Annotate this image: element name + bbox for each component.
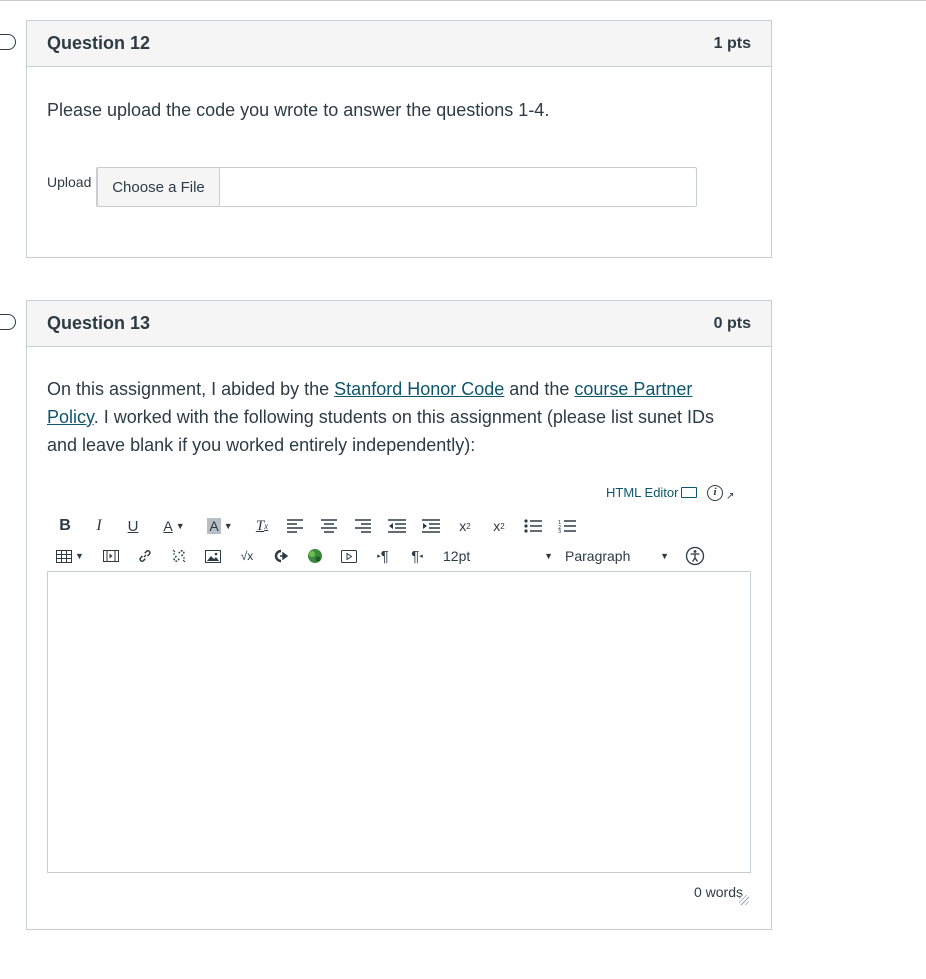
ltr-icon[interactable]: ▸ ¶ <box>373 543 393 569</box>
question-13-text-part2: and the <box>504 379 575 399</box>
numbered-list-icon[interactable]: 123 <box>557 513 577 539</box>
rich-text-editor-area[interactable] <box>47 571 751 873</box>
unlink-icon[interactable] <box>169 543 189 569</box>
block-format-value: Paragraph <box>565 548 631 564</box>
bullet-list-icon[interactable] <box>523 513 543 539</box>
bold-icon[interactable]: B <box>55 513 75 539</box>
editor-toolbar-row-1: B I U A ▼ A ▼ Tx x2 x2 123 <box>47 513 747 539</box>
question-13-text-part1: On this assignment, I abided by the <box>47 379 335 399</box>
info-icon[interactable]: i <box>707 485 723 501</box>
clear-formatting-icon[interactable]: Tx <box>252 513 272 539</box>
honor-code-link[interactable]: Stanford Honor Code <box>334 379 504 399</box>
align-center-icon[interactable] <box>319 513 339 539</box>
image-icon[interactable] <box>203 543 223 569</box>
question-12-header: Question 12 1 pts <box>27 21 771 67</box>
question-12: Question 12 1 pts Please upload the code… <box>26 20 772 258</box>
question-12-points: 1 pts <box>713 35 751 52</box>
rtl-icon[interactable]: ¶ ◂ <box>407 543 427 569</box>
flag-question-12-icon[interactable] <box>0 34 16 50</box>
block-format-select[interactable]: Paragraph ▼ <box>565 543 669 569</box>
embed-media-icon[interactable] <box>339 543 359 569</box>
text-color-icon[interactable]: A ▼ <box>155 513 193 539</box>
align-right-icon[interactable] <box>353 513 373 539</box>
font-size-value: 12pt <box>443 548 471 564</box>
math-equation-icon[interactable]: √x <box>237 543 257 569</box>
flag-question-13-icon[interactable] <box>0 314 16 330</box>
question-13-text-part3: . I worked with the following students o… <box>47 407 714 455</box>
question-13-title: Question 13 <box>47 313 151 333</box>
file-upload-field[interactable]: Choose a File <box>96 167 697 207</box>
editor-toolbar-row-2: ▼ √x ▸ ¶ ¶ ◂ 12pt ▼ Paragraph ▼ <box>47 543 747 569</box>
outdent-icon[interactable] <box>387 513 407 539</box>
underline-icon[interactable]: U <box>123 513 143 539</box>
question-13-header: Question 13 0 pts <box>27 301 771 347</box>
subscript-icon[interactable]: x2 <box>489 513 509 539</box>
external-link-icon: ↗ <box>726 491 735 502</box>
html-editor-toggle[interactable]: HTML Editor <box>606 485 698 500</box>
align-left-icon[interactable] <box>285 513 305 539</box>
table-icon[interactable]: ▼ <box>55 543 85 569</box>
media-icon[interactable] <box>101 543 121 569</box>
accessibility-checker-icon[interactable] <box>685 543 705 569</box>
resize-handle-icon[interactable] <box>739 895 749 905</box>
font-size-select[interactable]: 12pt ▼ <box>443 543 553 569</box>
question-13-text: On this assignment, I abided by the Stan… <box>47 375 747 459</box>
indent-icon[interactable] <box>421 513 441 539</box>
keyboard-icon <box>681 487 698 498</box>
question-12-title: Question 12 <box>47 33 151 53</box>
italic-icon[interactable]: I <box>89 513 109 539</box>
background-color-icon[interactable]: A ▼ <box>201 513 239 539</box>
question-13: Question 13 0 pts On this assignment, I … <box>26 300 772 930</box>
block-format-caret-icon: ▼ <box>660 551 669 561</box>
lti-tool-icon[interactable] <box>271 543 291 569</box>
superscript-icon[interactable]: x2 <box>455 513 475 539</box>
question-12-text: Please upload the code you wrote to answ… <box>47 100 550 120</box>
word-count: 0 words <box>693 884 743 900</box>
font-size-caret-icon: ▼ <box>544 551 553 561</box>
upload-label: Upload <box>47 174 92 190</box>
google-drive-icon[interactable] <box>305 543 325 569</box>
link-icon[interactable] <box>135 543 155 569</box>
choose-file-button[interactable]: Choose a File <box>97 167 220 207</box>
svg-text:3: 3 <box>558 529 561 533</box>
question-13-points: 0 pts <box>713 315 751 332</box>
html-editor-label: HTML Editor <box>606 485 679 500</box>
top-divider <box>0 0 926 1</box>
